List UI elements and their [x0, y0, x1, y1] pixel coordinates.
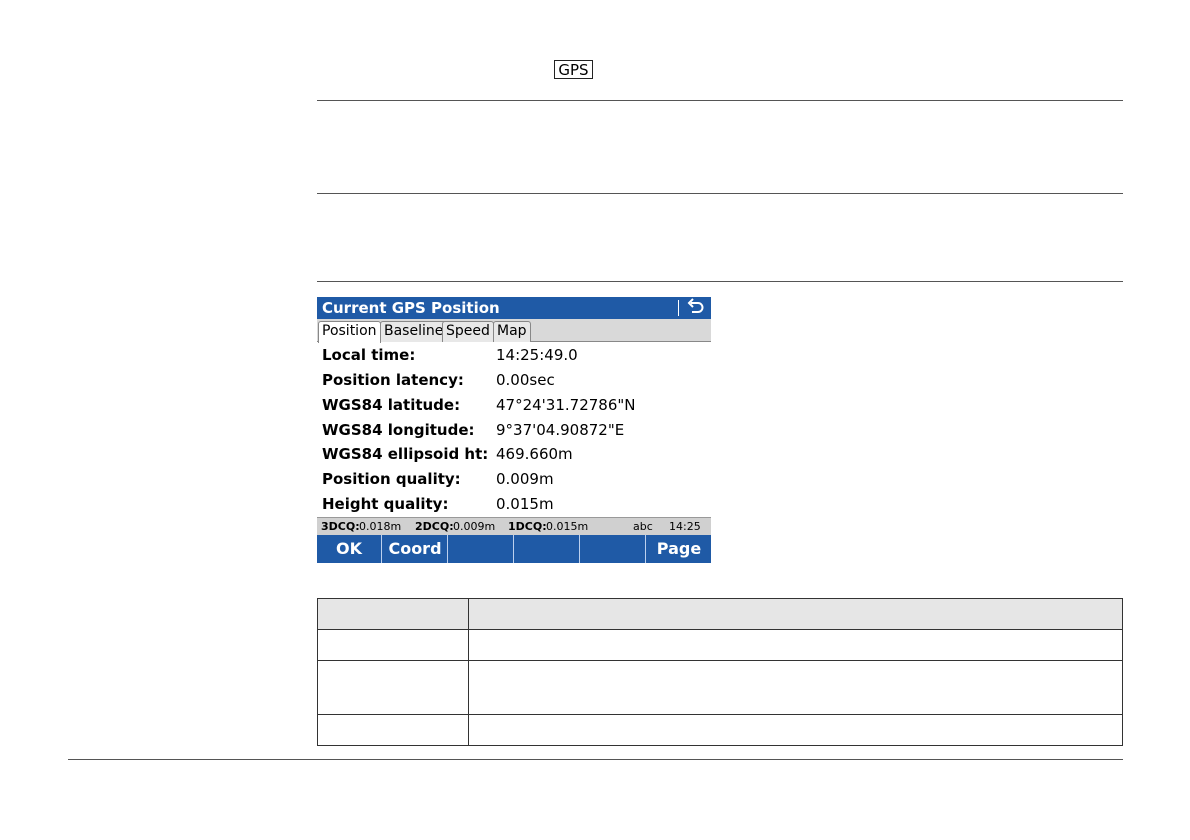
- tab-speed[interactable]: Speed: [442, 321, 494, 342]
- tab-position[interactable]: Position: [318, 321, 381, 343]
- dcq2-value: 0.009m: [453, 520, 496, 533]
- tab-map[interactable]: Map: [493, 321, 531, 342]
- status-clock: 14:25: [669, 520, 701, 533]
- table-cell: [468, 629, 1123, 661]
- table-cell: [317, 629, 469, 661]
- field-value: 0.00sec: [496, 371, 555, 389]
- input-mode-indicator: abc: [633, 520, 653, 533]
- table-row: [317, 660, 1123, 715]
- tab-bar: Position Baseline Speed Map: [317, 319, 711, 343]
- tab-baseline[interactable]: Baseline: [380, 321, 448, 342]
- field-row-position-quality: Position quality: 0.009m: [317, 467, 711, 491]
- status-bar: 3DCQ: 0.018m 2DCQ: 0.009m 1DCQ: 0.015m a…: [317, 517, 711, 535]
- table-cell: [317, 714, 469, 746]
- page-softkey[interactable]: Page: [647, 535, 711, 563]
- screen-title: Current GPS Position: [322, 299, 500, 317]
- field-value: 14:25:49.0: [496, 346, 578, 364]
- field-value: 469.660m: [496, 445, 573, 463]
- softkey-4[interactable]: [515, 535, 580, 563]
- gps-key-label: GPS: [554, 60, 593, 79]
- title-separator: [678, 300, 679, 316]
- field-row-local-time: Local time: 14:25:49.0: [317, 343, 711, 367]
- field-value: 0.009m: [496, 470, 554, 488]
- field-row-longitude: WGS84 longitude: 9°37'04.90872"E: [317, 418, 711, 442]
- table-cell: [468, 714, 1123, 746]
- softkey-3[interactable]: [449, 535, 514, 563]
- field-row-height-quality: Height quality: 0.015m: [317, 492, 711, 516]
- divider-3: [317, 281, 1123, 282]
- field-value: 9°37'04.90872"E: [496, 421, 625, 439]
- table-cell: [317, 660, 469, 715]
- coord-softkey[interactable]: Coord: [383, 535, 448, 563]
- ok-softkey[interactable]: OK: [317, 535, 382, 563]
- description-table: [317, 598, 1123, 746]
- softkey-5[interactable]: [581, 535, 646, 563]
- divider-2: [317, 193, 1123, 194]
- field-label: Local time:: [322, 346, 416, 364]
- field-label: Position latency:: [322, 371, 464, 389]
- field-label: WGS84 ellipsoid ht:: [322, 445, 489, 463]
- table-cell: [468, 660, 1123, 715]
- table-row: [317, 629, 1123, 661]
- footer-divider: [68, 759, 1123, 760]
- field-label: WGS84 latitude:: [322, 396, 461, 414]
- dcq2-label: 2DCQ:: [415, 520, 454, 533]
- dcq1-label: 1DCQ:: [508, 520, 547, 533]
- device-screen: Current GPS Position Position Baseline S…: [317, 297, 711, 563]
- table-header-cell: [468, 598, 1123, 630]
- field-value: 47°24'31.72786"N: [496, 396, 636, 414]
- field-label: Position quality:: [322, 470, 461, 488]
- field-value: 0.015m: [496, 495, 554, 513]
- divider-1: [317, 100, 1123, 101]
- table-row: [317, 714, 1123, 746]
- field-row-ellipsoid-height: WGS84 ellipsoid ht: 469.660m: [317, 442, 711, 466]
- dcq3-value: 0.018m: [359, 520, 402, 533]
- back-arrow-icon[interactable]: [683, 297, 707, 319]
- dcq1-value: 0.015m: [546, 520, 589, 533]
- softkey-bar: OK Coord Page: [317, 535, 711, 563]
- field-row-latitude: WGS84 latitude: 47°24'31.72786"N: [317, 393, 711, 417]
- table-header-cell: [317, 598, 469, 630]
- title-bar: Current GPS Position: [317, 297, 711, 319]
- table-header-row: [317, 598, 1123, 630]
- field-row-position-latency: Position latency: 0.00sec: [317, 368, 711, 392]
- field-label: WGS84 longitude:: [322, 421, 475, 439]
- field-label: Height quality:: [322, 495, 449, 513]
- dcq3-label: 3DCQ:: [321, 520, 360, 533]
